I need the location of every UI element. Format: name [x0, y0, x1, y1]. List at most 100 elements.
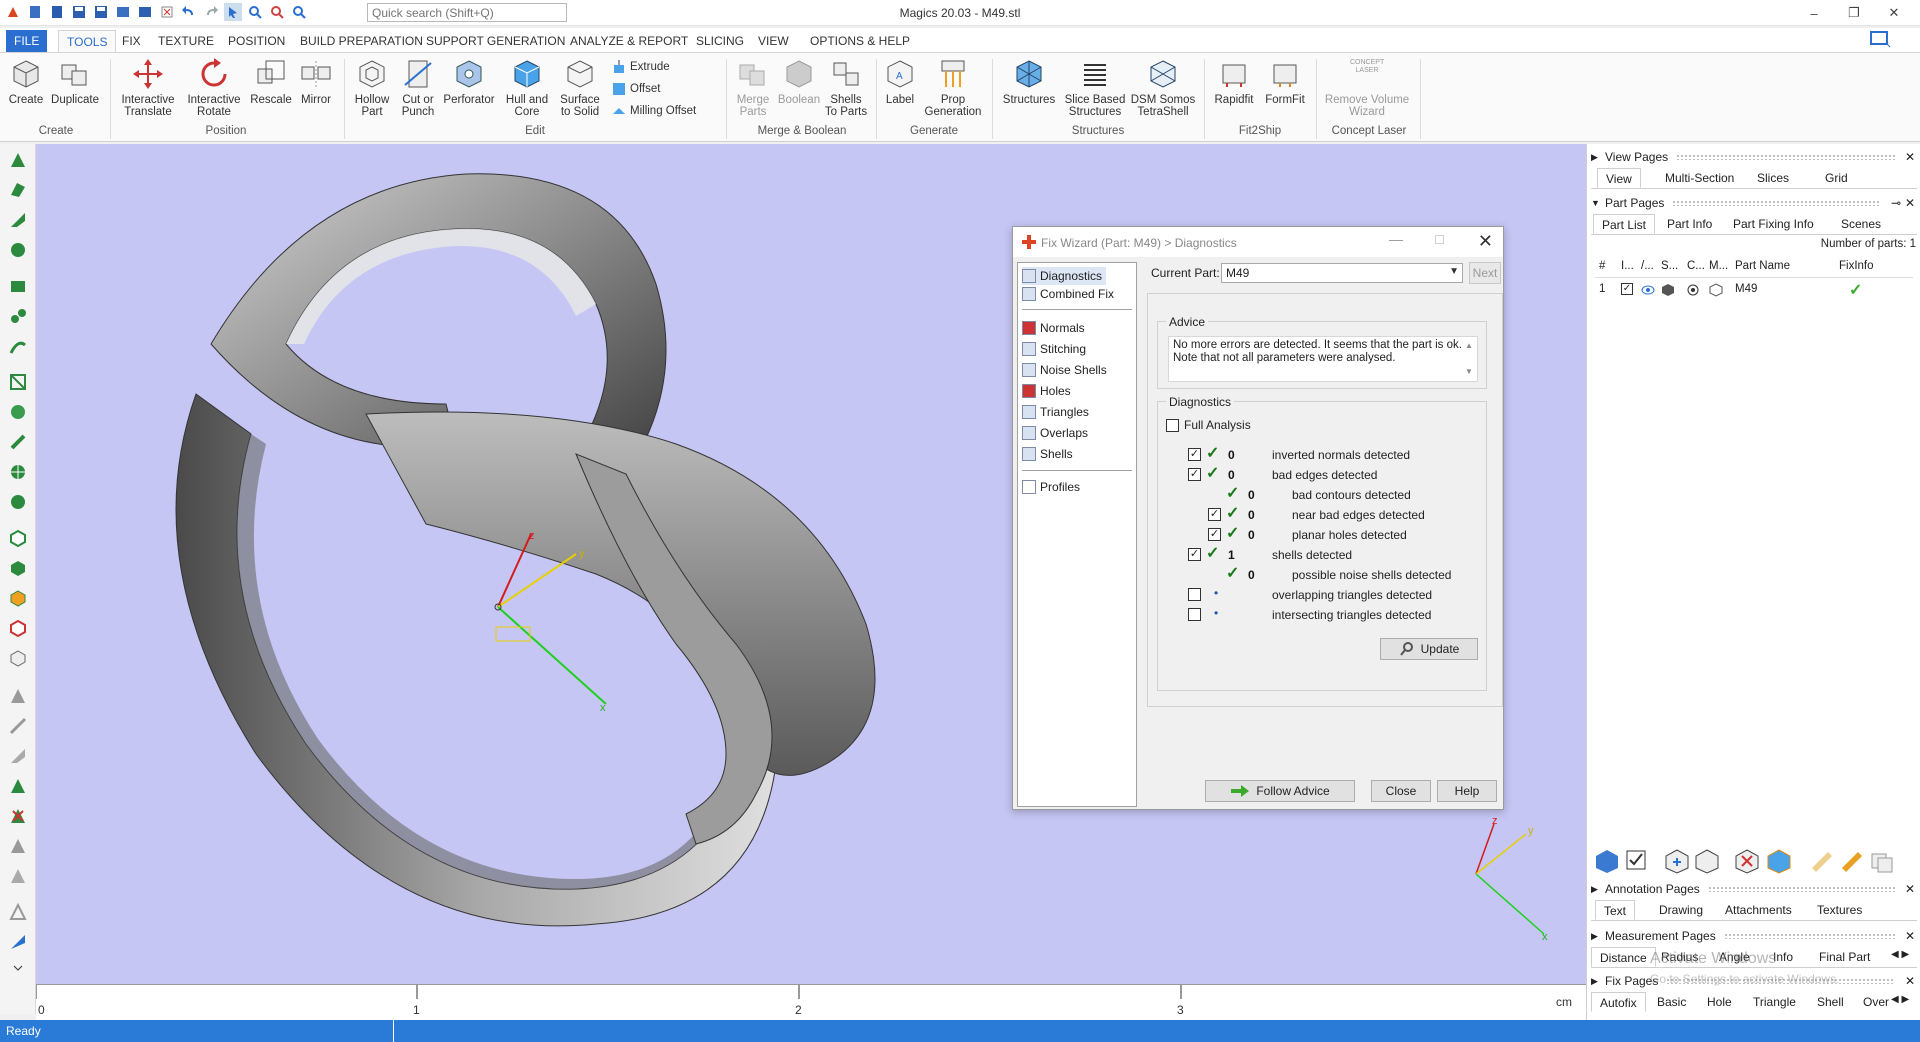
close-icon[interactable]: ✕: [1903, 974, 1917, 988]
tab-hole[interactable]: Hole: [1699, 992, 1740, 1012]
zoom-window-icon[interactable]: [268, 3, 286, 21]
current-part-select[interactable]: M49 ▼: [1221, 263, 1463, 283]
tab-analyze-report[interactable]: ANALYZE & REPORT: [562, 30, 696, 52]
mark-triangle-icon[interactable]: [5, 148, 31, 172]
part-pages-header[interactable]: ▼ Part Pages ⊸ ✕: [1591, 194, 1917, 212]
perforator-button[interactable]: Perforator: [442, 57, 496, 106]
tab-part-fixing-info[interactable]: Part Fixing Info: [1725, 214, 1822, 234]
part-row[interactable]: 1 ✓ M49 ✓: [1595, 280, 1913, 300]
tab-slices[interactable]: Slices: [1749, 168, 1797, 188]
create-button[interactable]: Create: [6, 57, 46, 106]
dialog-close-button[interactable]: ✕: [1478, 231, 1493, 252]
merge-parts-button[interactable]: Merge Parts: [732, 57, 774, 118]
milling-offset-button[interactable]: Milling Offset: [612, 104, 696, 118]
tab-view[interactable]: VIEW: [750, 30, 797, 52]
follow-advice-button[interactable]: Follow Advice: [1205, 780, 1355, 802]
tab-attachments[interactable]: Attachments: [1717, 900, 1800, 920]
close-icon[interactable]: ✕: [1903, 196, 1917, 210]
maximize-button[interactable]: ❐: [1834, 2, 1874, 24]
mark-all-icon[interactable]: [5, 586, 31, 610]
nav-holes[interactable]: Holes: [1022, 382, 1071, 400]
surface-to-solid-button[interactable]: Surface to Solid: [556, 57, 604, 118]
hull-and-core-button[interactable]: Hull and Core: [502, 57, 552, 118]
tag-icon[interactable]: [1838, 848, 1864, 874]
close-icon[interactable]: ✕: [1903, 882, 1917, 896]
tab-final-part[interactable]: Final Part: [1811, 947, 1878, 967]
label-button[interactable]: A Label: [882, 57, 918, 106]
dialog-minimize-button[interactable]: —: [1389, 231, 1403, 247]
section-mode-icon[interactable]: [5, 930, 31, 954]
select-icon[interactable]: [224, 3, 242, 21]
mirror-button[interactable]: Mirror: [296, 57, 336, 106]
part-color-icon[interactable]: [1766, 848, 1792, 874]
col-fixinfo[interactable]: FixInfo: [1839, 260, 1874, 272]
nav-shells[interactable]: Shells: [1022, 445, 1073, 463]
nav-overlaps[interactable]: Overlaps: [1022, 424, 1088, 442]
minimize-button[interactable]: –: [1794, 2, 1834, 24]
remove-part-icon[interactable]: [1734, 848, 1760, 874]
tab-position[interactable]: POSITION: [220, 30, 293, 52]
tab-textures[interactable]: Textures: [1809, 900, 1870, 920]
tab-build-preparation[interactable]: BUILD PREPARATION: [292, 30, 431, 52]
nav-triangles[interactable]: Triangles: [1022, 403, 1089, 421]
boolean-button[interactable]: Boolean: [776, 57, 822, 106]
save-icon[interactable]: [70, 3, 88, 21]
tab-view-page[interactable]: View: [1597, 168, 1641, 188]
mark-contour-icon[interactable]: [5, 334, 31, 358]
mark-curve-icon[interactable]: [5, 304, 31, 328]
col-machine[interactable]: M...: [1709, 260, 1728, 272]
col-visible[interactable]: I...: [1621, 260, 1634, 272]
nav-normals[interactable]: Normals: [1022, 319, 1085, 337]
expand-marking-icon[interactable]: [5, 646, 31, 670]
search-icon[interactable]: [290, 3, 308, 21]
row-checkbox[interactable]: ✓: [1188, 448, 1201, 461]
row-checkbox[interactable]: ✓: [1208, 528, 1221, 541]
duplicate-button[interactable]: Duplicate: [48, 57, 102, 106]
fix-pages-header[interactable]: ▶ Fix Pages ✕: [1591, 972, 1917, 990]
tab-fix[interactable]: FIX: [114, 30, 149, 52]
delete-icon[interactable]: [158, 3, 176, 21]
mark-plane-icon[interactable]: [5, 178, 31, 202]
tab-scroll-arrows[interactable]: ◀ ▶: [1891, 949, 1909, 960]
machine-icon[interactable]: [1709, 283, 1723, 297]
tab-options-help[interactable]: OPTIONS & HELP: [802, 30, 918, 52]
tab-scenes[interactable]: Scenes: [1833, 214, 1889, 234]
mark-window-icon[interactable]: [5, 274, 31, 298]
annotation-pages-header[interactable]: ▶ Annotation Pages ✕: [1591, 880, 1917, 898]
part-visible-checkbox[interactable]: ✓: [1621, 283, 1633, 295]
section-icon[interactable]: [5, 900, 31, 924]
tab-drawing[interactable]: Drawing: [1651, 900, 1711, 920]
mark-sphere-icon[interactable]: [5, 460, 31, 484]
tab-radius[interactable]: Radius: [1653, 947, 1706, 967]
nav-noise-shells[interactable]: Noise Shells: [1022, 361, 1107, 379]
tab-tools[interactable]: TOOLS: [58, 30, 117, 52]
import-icon[interactable]: [114, 3, 132, 21]
row-checkbox[interactable]: ✓: [1188, 468, 1201, 481]
slice-based-structures-button[interactable]: Slice Based Structures: [1062, 57, 1128, 118]
new-icon[interactable]: [26, 3, 44, 21]
delete-triangle-icon[interactable]: [5, 804, 31, 828]
close-dialog-button[interactable]: Close: [1371, 780, 1431, 802]
pin-icon[interactable]: ⊸: [1889, 196, 1903, 210]
hollow-part-button[interactable]: Hollow Part: [350, 57, 394, 118]
label-part-icon[interactable]: [1808, 848, 1834, 874]
tab-multi-section[interactable]: Multi-Section: [1657, 168, 1742, 188]
interactive-rotate-button[interactable]: Interactive Rotate: [184, 57, 244, 118]
tab-distance[interactable]: Distance: [1591, 947, 1656, 967]
redo-icon[interactable]: [202, 3, 220, 21]
view-pages-header[interactable]: ▶ View Pages ✕: [1591, 148, 1917, 166]
close-icon[interactable]: ✕: [1903, 929, 1917, 943]
tab-part-info[interactable]: Part Info: [1659, 214, 1720, 234]
mark-flat-icon[interactable]: [5, 490, 31, 514]
mark-brush-icon[interactable]: [5, 430, 31, 454]
measurement-pages-header[interactable]: ▶ Measurement Pages ✕: [1591, 927, 1917, 945]
expand-toolbar-icon[interactable]: [5, 956, 31, 980]
extrude-button[interactable]: Extrude: [612, 60, 670, 74]
eye-icon[interactable]: [1641, 284, 1655, 296]
nav-profiles[interactable]: Profiles: [1022, 478, 1080, 496]
mark-shell-icon[interactable]: [5, 238, 31, 262]
col-shade[interactable]: S...: [1661, 260, 1678, 272]
tab-text[interactable]: Text: [1595, 900, 1636, 920]
add-part-icon[interactable]: [1664, 848, 1690, 874]
tab-autofix[interactable]: Autofix: [1591, 992, 1646, 1012]
